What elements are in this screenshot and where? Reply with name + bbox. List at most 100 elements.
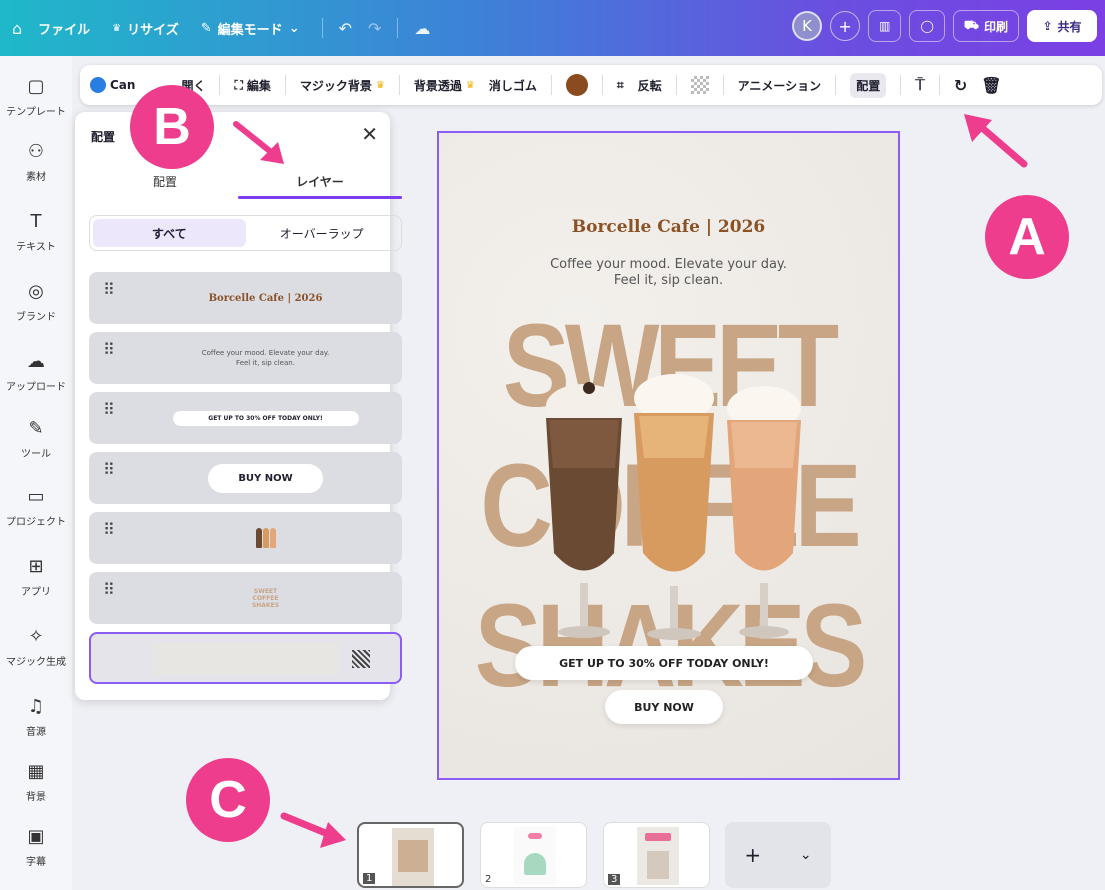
canvas-title[interactable]: Borcelle Cafe | 2026 [439, 217, 898, 237]
drinks-image[interactable] [529, 358, 819, 658]
divider [397, 18, 399, 38]
divider [900, 75, 902, 95]
sidebar-item-template[interactable]: ▢ テンプレート [0, 76, 72, 118]
sidebar-item-label: テンプレート [6, 107, 66, 118]
layer-item-subtitle[interactable]: ⠿ Coffee your mood. Elevate your day. Fe… [89, 332, 402, 384]
layer-item-background[interactable] [89, 632, 402, 684]
position-button[interactable]: 配置 [850, 72, 887, 98]
page-thumb-1[interactable]: 1 [357, 822, 464, 888]
active-tab-indicator [238, 196, 402, 199]
layer-item-buy[interactable]: ⠿ BUY NOW [89, 452, 402, 504]
filter-overlap[interactable]: オーバーラップ [246, 219, 399, 247]
sidebar-item-tools[interactable]: ✎ ツール [0, 418, 72, 460]
tools-icon: ✎ [28, 418, 44, 439]
sidebar-item-folder[interactable]: ▭ プロジェクト [0, 486, 72, 528]
share-button[interactable]: ⇪ 共有 [1027, 10, 1097, 42]
crown-icon: ♛ [465, 79, 475, 91]
offer-pill[interactable]: GET UP TO 30% OFF TODAY ONLY! [515, 646, 813, 680]
crown-icon: ♛ [375, 79, 385, 91]
sidebar-item-label: 字幕 [26, 857, 46, 868]
cloud-saved-icon[interactable]: ☁ [414, 19, 430, 38]
drag-handle-icon[interactable]: ⠿ [103, 342, 116, 358]
drag-handle-icon[interactable]: ⠿ [103, 582, 116, 598]
chevron-down-icon[interactable]: ⌄ [800, 847, 812, 863]
top-bar: ⌂ ファイル ♛ リサイズ ✎ 編集モード ⌄ ↶ ↷ ☁ K + ▥ ◯ ⛟ 印刷 ⇪… [0, 0, 1105, 56]
page-number-2: 2 [485, 874, 492, 885]
layer-item-image[interactable]: ⠿ [89, 512, 402, 564]
home-icon[interactable]: ⌂ [12, 19, 22, 38]
page-2-preview [514, 827, 556, 885]
insights-button[interactable]: ▥ [868, 10, 902, 42]
tab-layers[interactable]: レイヤー [238, 173, 402, 190]
edit-mode-menu[interactable]: ✎ 編集モード ⌄ [201, 19, 300, 38]
delete-button[interactable]: 🗑 [981, 76, 1001, 95]
flip-button[interactable]: 反転 [638, 77, 662, 94]
drag-handle-icon[interactable]: ⠿ [103, 282, 116, 298]
glass-chocolate [546, 382, 622, 638]
sidebar-item-upload[interactable]: ☁ アップロード [0, 351, 72, 393]
filter-all[interactable]: すべて [93, 219, 246, 247]
topbar-right-group: K + ▥ ◯ ⛟ 印刷 ⇪ 共有 [792, 10, 1097, 42]
copy-style-button[interactable]: ⍑ [915, 75, 925, 95]
transparency-button[interactable] [690, 76, 709, 94]
layer-buy-preview: BUY NOW [208, 463, 323, 493]
sidebar-item-captions[interactable]: ▣ 字幕 [0, 826, 72, 868]
add-page-button[interactable]: + [744, 843, 761, 867]
page-thumb-2[interactable]: 2 [480, 822, 587, 888]
transparency-icon [690, 76, 709, 94]
avatar[interactable]: K [792, 11, 823, 41]
layer-item-big-text[interactable]: ⠿ SWEET COFFEE SHAKES [89, 572, 402, 624]
comments-button[interactable]: ◯ [909, 10, 945, 42]
sidebar-item-label: ツール [21, 449, 51, 460]
print-button[interactable]: ⛟ 印刷 [952, 10, 1019, 42]
texture-icon [352, 650, 370, 668]
file-label: ファイル [38, 22, 91, 38]
edit-label: 編集 [246, 78, 271, 93]
divider [722, 75, 724, 95]
sidebar-item-elements[interactable]: ⚇ 素材 [0, 141, 72, 183]
animation-button[interactable]: アニメーション [738, 77, 822, 94]
sidebar-item-background[interactable]: ▦ 背景 [0, 761, 72, 803]
canvas-subtitle[interactable]: Coffee your mood. Elevate your day. Feel… [439, 257, 898, 289]
eraser-button[interactable]: 消しゴム [489, 77, 537, 94]
edit-image-button[interactable]: ⛶ 編集 [234, 77, 270, 94]
file-menu[interactable]: ファイル [38, 19, 90, 38]
rotate-button[interactable]: ↻ [954, 76, 967, 95]
buy-now-button[interactable]: BUY NOW [605, 690, 723, 724]
layer-subtitle-line2: Feel it, sip clean. [236, 359, 295, 367]
add-collaborator-button[interactable]: + [830, 11, 861, 41]
arrow-b-icon [233, 121, 284, 164]
tab-position[interactable]: 配置 [115, 173, 215, 190]
canvas-subtitle-line1: Coffee your mood. Elevate your day. [550, 257, 787, 272]
color-swatch-button[interactable] [565, 74, 588, 96]
close-icon[interactable]: ✕ [361, 122, 378, 146]
sidebar-item-brand[interactable]: ◎ ブランド [0, 281, 72, 323]
magic-background-button[interactable]: マジック背景 ♛ [300, 77, 385, 94]
sidebar-item-magic[interactable]: ✧ マジック生成 [0, 626, 72, 668]
sidebar-item-music[interactable]: ♫ 音源 [0, 696, 72, 738]
layer-item-title[interactable]: ⠿ Borcelle Cafe | 2026 [89, 272, 402, 324]
sidebar-item-apps[interactable]: ⊞ アプリ [0, 556, 72, 598]
divider [835, 75, 837, 95]
design-canvas[interactable]: Borcelle Cafe | 2026 Coffee your mood. E… [437, 131, 900, 780]
divider [219, 75, 221, 95]
page-thumb-3[interactable]: 3 [603, 822, 710, 888]
drag-handle-icon[interactable]: ⠿ [103, 522, 116, 538]
undo-icon[interactable]: ↶ [339, 19, 352, 38]
page-1-preview [392, 828, 434, 886]
sidebar-item-text[interactable]: T テキスト [0, 211, 72, 253]
canva-label: Can [110, 78, 136, 92]
remove-background-button[interactable]: 背景透過 ♛ [414, 77, 475, 94]
drag-handle-icon[interactable]: ⠿ [103, 402, 116, 418]
sidebar-item-label: アップロード [6, 382, 66, 393]
redo-icon[interactable]: ↷ [368, 19, 381, 38]
drag-handle-icon[interactable]: ⠿ [103, 462, 116, 478]
drinks-thumbnail [255, 528, 276, 548]
resize-menu[interactable]: ♛ リサイズ [112, 19, 179, 38]
elements-icon: ⚇ [27, 141, 45, 162]
sidebar: ▢ テンプレート ⚇ 素材 T テキスト ◎ ブランド ☁ アップロード ✎ ツール ▭ プロジェクト ⊞ ア… [0, 56, 72, 890]
crop-button[interactable]: ⌗ [617, 78, 624, 93]
layer-item-offer[interactable]: ⠿ GET UP TO 30% OFF TODAY ONLY! [89, 392, 402, 444]
divider [675, 75, 677, 95]
layer-big-line2: COFFEE [252, 594, 279, 602]
